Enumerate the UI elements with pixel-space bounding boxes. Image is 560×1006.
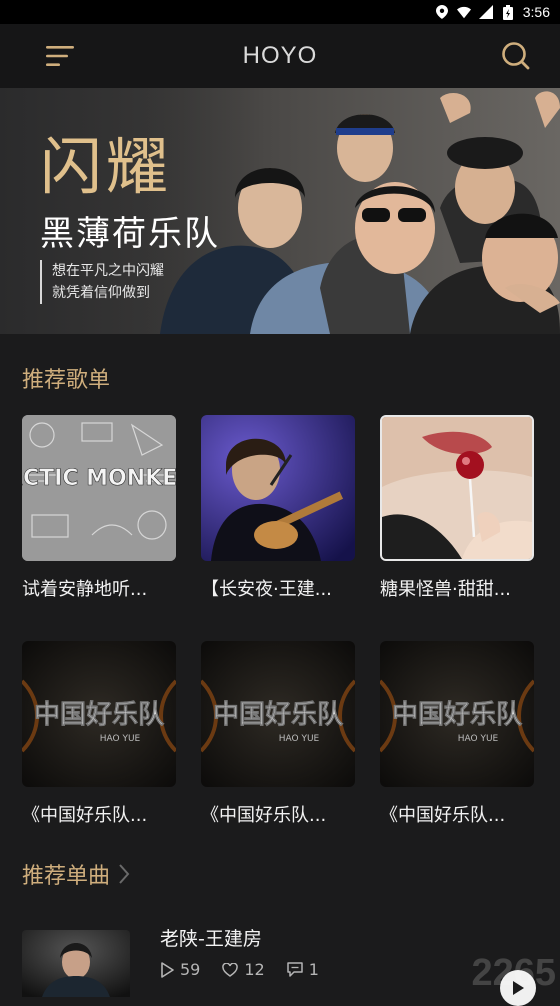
comment-icon	[286, 962, 303, 977]
play-count: 59	[160, 960, 200, 979]
featured-banner[interactable]: 闪耀 黑薄荷乐队 想在平凡之中闪耀 就凭着信仰做到	[0, 88, 560, 334]
cover-subtext: HAO YUE	[458, 734, 499, 744]
banner-band-name: 黑薄荷乐队	[40, 214, 220, 254]
playlist-card[interactable]: 中国好乐队 HAO YUE 《中国好乐队...	[22, 641, 176, 827]
playlist-label: 《中国好乐队...	[201, 805, 327, 826]
playlist-cover	[380, 415, 534, 561]
location-icon	[435, 5, 449, 19]
playlist-cover: 中国好乐队 HAO YUE	[380, 641, 534, 787]
chevron-right-icon	[119, 864, 130, 884]
signal-icon	[478, 5, 493, 19]
playlist-grid: ARCTIC MONKEYS 试着安静地听... 【长安夜·王建...	[22, 415, 536, 827]
comment-count-value: 1	[308, 960, 319, 979]
search-button[interactable]	[500, 40, 532, 72]
playlist-label: 《中国好乐队...	[380, 805, 506, 826]
watermark: 2265	[471, 952, 556, 994]
playlist-card[interactable]: 糖果怪兽·甜甜...	[380, 415, 534, 601]
playlist-card[interactable]: ARCTIC MONKEYS 试着安静地听...	[22, 415, 176, 601]
banner-headline: 闪耀	[40, 130, 173, 203]
good-band-logo-cover-art: 中国好乐队 HAO YUE	[201, 641, 355, 787]
status-time: 3:56	[522, 4, 550, 20]
concert-guitarist-cover-art	[201, 415, 355, 561]
section-title-text: 推荐歌单	[22, 368, 111, 393]
heart-icon	[222, 962, 239, 977]
play-count-value: 59	[180, 960, 201, 979]
top-app-bar: HOYO	[0, 24, 560, 88]
slogan-line: 想在平凡之中闪耀	[52, 263, 164, 279]
like-count[interactable]: 12	[222, 960, 265, 979]
single-list-item[interactable]: 老陕-王建房 59 12 1	[22, 928, 536, 1006]
playlist-card[interactable]: 中国好乐队 HAO YUE 《中国好乐队...	[380, 641, 534, 827]
playlist-label: 《中国好乐队...	[22, 805, 148, 826]
section-title-playlists: 推荐歌单	[22, 362, 110, 394]
playlist-card[interactable]: 中国好乐队 HAO YUE 《中国好乐队...	[201, 641, 355, 827]
single-title: 老陕-王建房	[160, 928, 262, 950]
search-icon	[502, 42, 530, 70]
cover-text: 中国好乐队	[213, 700, 344, 730]
cover-subtext: HAO YUE	[100, 734, 141, 744]
arctic-monkeys-cover-art: ARCTIC MONKEYS	[22, 415, 176, 561]
status-bar: 3:56	[0, 0, 560, 24]
menu-button[interactable]	[44, 40, 76, 72]
app-title: HOYO	[242, 42, 318, 69]
good-band-logo-cover-art: 中国好乐队 HAO YUE	[380, 641, 534, 787]
playlist-cover: ARCTIC MONKEYS	[22, 415, 176, 561]
like-count-value: 12	[244, 960, 265, 979]
playlist-label: 试着安静地听...	[22, 579, 148, 600]
comment-count[interactable]: 1	[286, 960, 319, 979]
slogan-line: 就凭着信仰做到	[52, 285, 150, 301]
playlist-card[interactable]: 【长安夜·王建...	[201, 415, 355, 601]
play-outline-icon	[161, 961, 174, 978]
cover-text: 中国好乐队	[392, 700, 523, 730]
battery-icon	[501, 4, 515, 20]
hamburger-menu-icon	[46, 46, 74, 66]
wifi-icon	[456, 5, 471, 19]
section-title-text: 推荐单曲	[22, 864, 111, 889]
lollipop-cover-art	[382, 417, 532, 559]
single-stats: 59 12 1	[160, 960, 319, 979]
single-cover	[22, 930, 130, 997]
playlist-label: 【长安夜·王建...	[201, 579, 332, 600]
playlist-cover: 中国好乐队 HAO YUE	[201, 641, 355, 787]
cover-text: ARCTIC MONKEYS	[22, 466, 176, 491]
playlist-cover: 中国好乐队 HAO YUE	[22, 641, 176, 787]
singer-portrait	[22, 930, 130, 997]
playlist-label: 糖果怪兽·甜甜...	[380, 579, 511, 600]
section-title-singles[interactable]: 推荐单曲	[22, 858, 130, 890]
good-band-logo-cover-art: 中国好乐队 HAO YUE	[22, 641, 176, 787]
playlist-cover	[201, 415, 355, 561]
cover-subtext: HAO YUE	[279, 734, 320, 744]
cover-text: 中国好乐队	[34, 700, 165, 730]
banner-slogan: 想在平凡之中闪耀 就凭着信仰做到	[40, 260, 164, 304]
